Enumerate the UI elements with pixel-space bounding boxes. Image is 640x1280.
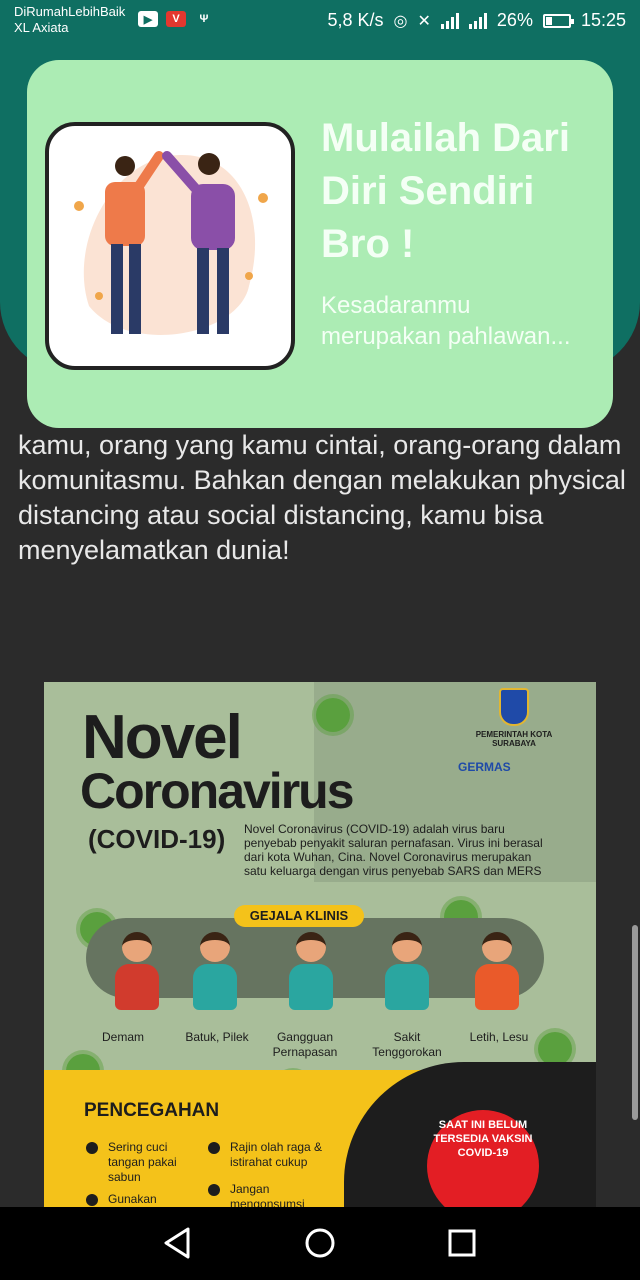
two-people-elbow-bump-icon	[74, 151, 268, 335]
symptom-label: Demam	[101, 1030, 144, 1044]
home-button[interactable]	[300, 1223, 340, 1263]
symptom-figure-batuk	[190, 932, 240, 1022]
battery-fill	[545, 16, 552, 25]
symptom-figure-sakit	[382, 932, 432, 1022]
app-v-icon: V	[166, 11, 186, 27]
symptom-label: Letih, Lesu	[469, 1030, 529, 1044]
surabaya-logo: PEMERINTAH KOTA SURABAYA	[474, 688, 554, 748]
card-illustration	[45, 122, 295, 370]
symptom-label: Gangguan Pernapasan	[272, 1030, 338, 1059]
notification-icons: ▶ V Ψ	[138, 11, 214, 27]
virus-icon	[316, 698, 350, 732]
scrollbar-thumb[interactable]	[632, 925, 638, 1120]
carrier-line1: DiRumahLebihBaik	[14, 4, 126, 19]
featured-card[interactable]: Mulailah Dari Diri Sendiri Bro ! Kesadar…	[27, 60, 613, 428]
home-circle-icon	[305, 1228, 335, 1258]
symptom-figure-gangguan	[286, 932, 336, 1022]
symptom-figure-letih	[472, 932, 522, 1022]
card-title: Mulailah Dari Diri Sendiri Bro !	[321, 116, 570, 266]
prevention-item: Jangan mengonsumsi	[208, 1182, 340, 1207]
surabaya-shield-icon	[499, 688, 529, 726]
covid-info-poster: Novel Coronavirus (COVID-19) Novel Coron…	[44, 682, 596, 1207]
symptom-figure-demam	[112, 932, 162, 1022]
signal-4g-icon	[468, 12, 487, 29]
prevention-item: Rajin olah raga & istirahat cukup	[208, 1140, 340, 1170]
vaccine-stamp: SAAT INI BELUM TERSEDIA VAKSIN COVID-19	[427, 1110, 539, 1207]
signal-icon	[440, 12, 459, 29]
symptom-label: Batuk, Pilek	[185, 1030, 249, 1044]
card-subtitle: Kesadaranmu merupakan pahlawan...	[321, 292, 571, 350]
battery-percent: 26%	[496, 10, 533, 30]
usb-icon: Ψ	[199, 13, 209, 25]
prevention-item: Gunakan	[86, 1192, 198, 1207]
status-bar: DiRumahLebihBaik XL Axiata ▶ V Ψ 5,8 K/s…	[0, 0, 640, 42]
germas-logo: GERMAS	[458, 760, 511, 774]
poster-title-coronavirus: Coronavirus	[80, 763, 355, 819]
back-triangle-icon	[164, 1227, 190, 1259]
net-speed: 5,8 K/s	[327, 10, 384, 30]
system-status: 5,8 K/s ◎ ✕ 26% 15:25	[328, 10, 626, 31]
hotspot-icon: ◎	[393, 12, 408, 30]
poster-title-covid: (COVID-19)	[88, 824, 226, 854]
prevention-heading: PENCEGAHAN	[84, 1100, 220, 1121]
symptom-label: Sakit Tenggorokan	[372, 1030, 442, 1059]
navigation-bar	[0, 1207, 640, 1280]
symptoms-heading: GEJALA KLINIS	[234, 905, 364, 927]
carrier-line2: XL Axiata	[14, 20, 69, 35]
app-screen: DiRumahLebihBaik XL Axiata ▶ V Ψ 5,8 K/s…	[0, 0, 640, 1280]
youtube-icon: ▶	[138, 11, 158, 27]
back-button[interactable]	[158, 1223, 198, 1263]
prevention-item: Sering cuci tangan pakai sabun	[86, 1140, 198, 1185]
recents-button[interactable]	[442, 1223, 482, 1263]
carrier-info: DiRumahLebihBaik XL Axiata	[14, 4, 125, 36]
battery-icon	[542, 13, 574, 28]
article-text: kamu, orang yang kamu cintai, orang-oran…	[18, 430, 626, 565]
recents-square-icon	[448, 1229, 476, 1257]
logo-city-text: PEMERINTAH KOTA SURABAYA	[475, 730, 553, 748]
mute-icon: ✕	[417, 12, 431, 30]
clock: 15:25	[580, 10, 626, 30]
poster-description: Novel Coronavirus (COVID-19) adalah viru…	[244, 822, 543, 878]
